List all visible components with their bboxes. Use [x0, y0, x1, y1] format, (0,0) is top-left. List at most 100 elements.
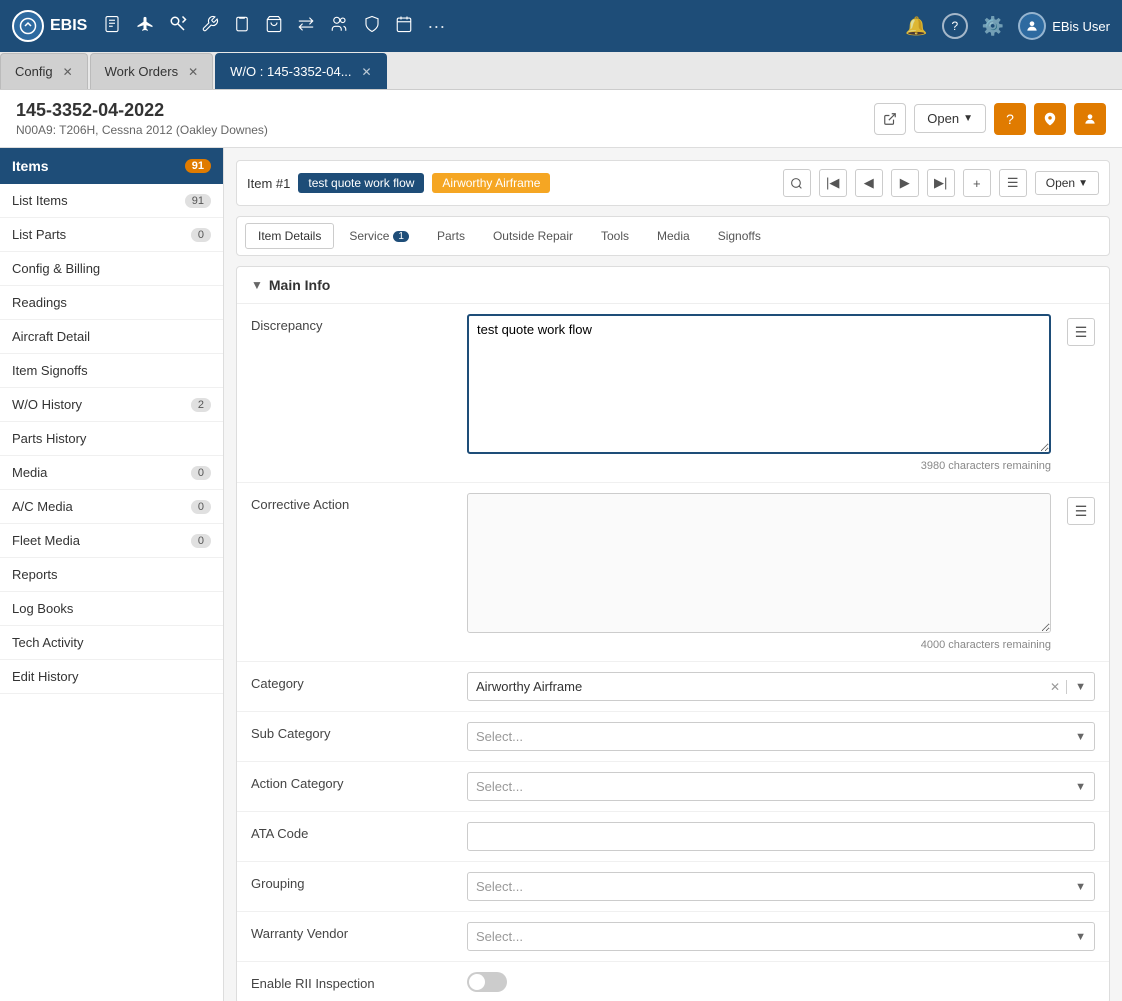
- tools-icon[interactable]: [169, 15, 187, 38]
- ata-code-input[interactable]: [467, 822, 1095, 851]
- sidebar-item-parts-history-label: Parts History: [12, 431, 86, 446]
- warranty-vendor-placeholder: Select...: [468, 923, 1067, 950]
- cart-icon[interactable]: [265, 15, 283, 38]
- first-record-button[interactable]: |◀: [819, 169, 847, 197]
- action-category-label: Action Category: [251, 772, 451, 791]
- settings-gear-icon[interactable]: ⚙️: [982, 16, 1004, 37]
- warranty-vendor-arrow-icon[interactable]: ▼: [1067, 931, 1094, 943]
- discrepancy-row: Discrepancy 3980 characters remaining ☰: [237, 304, 1109, 483]
- transfer-icon[interactable]: [297, 15, 315, 38]
- sidebar-item-media-label: Media: [12, 465, 47, 480]
- user-info[interactable]: EBis User: [1018, 12, 1110, 40]
- people-icon[interactable]: [329, 15, 349, 38]
- corrective-action-menu-button[interactable]: ☰: [1067, 497, 1095, 525]
- user-button[interactable]: [1074, 103, 1106, 135]
- menu-toolbar-button[interactable]: ☰: [999, 169, 1027, 197]
- tab-config[interactable]: Config ✕: [0, 53, 88, 89]
- discrepancy-menu-button[interactable]: ☰: [1067, 318, 1095, 346]
- warranty-vendor-control: Select... ▼: [467, 922, 1095, 951]
- tab-wo-detail[interactable]: W/O : 145-3352-04... ✕: [215, 53, 386, 89]
- warranty-vendor-select[interactable]: Select... ▼: [467, 922, 1095, 951]
- sidebar-item-wo-history[interactable]: W/O History 2: [0, 388, 223, 422]
- tab-work-orders-close[interactable]: ✕: [188, 65, 198, 79]
- discrepancy-textarea[interactable]: [467, 314, 1051, 454]
- sidebar-item-ac-media[interactable]: A/C Media 0: [0, 490, 223, 524]
- collapse-icon[interactable]: ▼: [251, 278, 263, 292]
- category-arrow-icon[interactable]: ▼: [1067, 681, 1094, 693]
- clipboard-icon[interactable]: [233, 15, 251, 38]
- last-record-button[interactable]: ▶|: [927, 169, 955, 197]
- action-category-select[interactable]: Select... ▼: [467, 772, 1095, 801]
- sidebar-item-list-parts[interactable]: List Parts 0: [0, 218, 223, 252]
- tab-config-close[interactable]: ✕: [63, 65, 73, 79]
- tab-media[interactable]: Media: [644, 223, 703, 249]
- sidebar-item-parts-history[interactable]: Parts History: [0, 422, 223, 456]
- sidebar-item-edit-history[interactable]: Edit History: [0, 660, 223, 694]
- sub-category-placeholder: Select...: [468, 723, 1067, 750]
- tab-parts[interactable]: Parts: [424, 223, 478, 249]
- action-category-arrow-icon[interactable]: ▼: [1067, 781, 1094, 793]
- next-record-button[interactable]: ▶: [891, 169, 919, 197]
- tab-service-label: Service: [349, 229, 389, 243]
- sidebar-header-label: Items: [12, 158, 49, 174]
- tab-wo-detail-close[interactable]: ✕: [362, 65, 372, 79]
- sub-category-row: Sub Category Select... ▼: [237, 712, 1109, 762]
- shield-icon[interactable]: [363, 15, 381, 38]
- calendar-icon[interactable]: [395, 15, 413, 38]
- prev-record-button[interactable]: ◀: [855, 169, 883, 197]
- sidebar-item-readings[interactable]: Readings: [0, 286, 223, 320]
- section-header: ▼ Main Info: [237, 267, 1109, 304]
- sub-category-select[interactable]: Select... ▼: [467, 722, 1095, 751]
- wrench-icon[interactable]: [201, 15, 219, 38]
- help-circle-icon[interactable]: ?: [942, 13, 968, 39]
- grouping-select[interactable]: Select... ▼: [467, 872, 1095, 901]
- corrective-action-textarea[interactable]: [467, 493, 1051, 633]
- sidebar-item-media[interactable]: Media 0: [0, 456, 223, 490]
- warranty-vendor-row: Warranty Vendor Select... ▼: [237, 912, 1109, 962]
- grouping-arrow-icon[interactable]: ▼: [1067, 881, 1094, 893]
- sub-category-arrow-icon[interactable]: ▼: [1067, 731, 1094, 743]
- search-toolbar-button[interactable]: [783, 169, 811, 197]
- more-icon[interactable]: ···: [427, 16, 445, 37]
- sidebar-item-ac-media-badge: 0: [191, 500, 211, 514]
- tab-tools[interactable]: Tools: [588, 223, 642, 249]
- sidebar-item-fleet-media[interactable]: Fleet Media 0: [0, 524, 223, 558]
- documents-icon[interactable]: [103, 15, 121, 38]
- tab-item-details-label: Item Details: [258, 229, 321, 243]
- sidebar-item-ac-media-label: A/C Media: [12, 499, 73, 514]
- external-link-button[interactable]: [874, 103, 906, 135]
- tab-work-orders[interactable]: Work Orders ✕: [90, 53, 214, 89]
- tab-outside-repair[interactable]: Outside Repair: [480, 223, 586, 249]
- notification-bell-icon[interactable]: 🔔: [905, 16, 927, 37]
- sidebar-item-list-items[interactable]: List Items 91: [0, 184, 223, 218]
- sidebar-header: Items 91: [0, 148, 223, 184]
- corrective-action-row: Corrective Action 4000 characters remain…: [237, 483, 1109, 662]
- open-item-button[interactable]: Open ▼: [1035, 171, 1099, 195]
- sidebar-item-wo-history-label: W/O History: [12, 397, 82, 412]
- aircraft-icon[interactable]: [135, 15, 155, 38]
- sidebar-item-config-billing[interactable]: Config & Billing: [0, 252, 223, 286]
- user-label: EBis User: [1052, 19, 1110, 34]
- help-button[interactable]: ?: [994, 103, 1026, 135]
- sidebar-item-tech-activity[interactable]: Tech Activity: [0, 626, 223, 660]
- enable-rii-control: [467, 972, 1095, 992]
- tab-service[interactable]: Service 1: [336, 223, 422, 249]
- sidebar-item-aircraft-detail[interactable]: Aircraft Detail: [0, 320, 223, 354]
- sidebar-item-list-items-label: List Items: [12, 193, 68, 208]
- app-logo[interactable]: EBIS: [12, 10, 87, 42]
- enable-rii-toggle[interactable]: [467, 972, 507, 992]
- tab-item-details[interactable]: Item Details: [245, 223, 334, 249]
- sidebar-item-item-signoffs[interactable]: Item Signoffs: [0, 354, 223, 388]
- sidebar-item-aircraft-detail-label: Aircraft Detail: [12, 329, 90, 344]
- pin-button[interactable]: [1034, 103, 1066, 135]
- open-dropdown-button[interactable]: Open ▼: [914, 104, 986, 133]
- category-select[interactable]: Airworthy Airframe ✕ ▼: [467, 672, 1095, 701]
- tab-signoffs[interactable]: Signoffs: [705, 223, 774, 249]
- sidebar-item-log-books[interactable]: Log Books: [0, 592, 223, 626]
- nav-left: EBIS: [12, 10, 445, 42]
- sidebar-item-reports[interactable]: Reports: [0, 558, 223, 592]
- sidebar-item-edit-history-label: Edit History: [12, 669, 78, 684]
- category-clear-icon[interactable]: ✕: [1044, 680, 1067, 694]
- category-control: Airworthy Airframe ✕ ▼: [467, 672, 1095, 701]
- add-item-button[interactable]: +: [963, 169, 991, 197]
